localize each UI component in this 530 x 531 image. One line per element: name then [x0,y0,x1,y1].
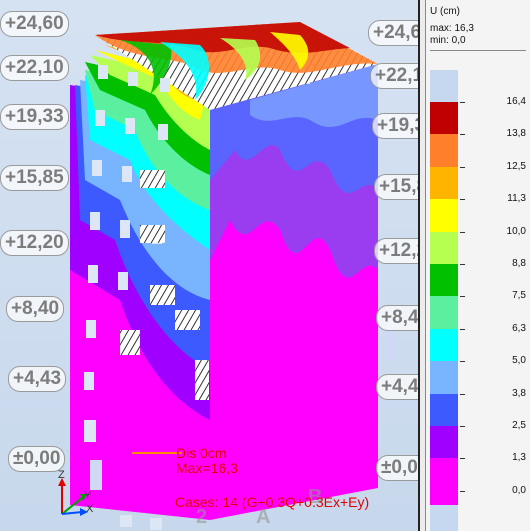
cases-label: Cases: 14 (G+0.3Q+0.3Ex+Ey) [175,494,370,510]
legend-tick [460,328,465,330]
legend-tick [460,296,465,298]
legend-value: 5,0 [512,355,526,367]
legend-tick [460,199,465,201]
level-label: +22,10 [0,55,69,81]
legend-tick [460,426,465,427]
legend-swatch [430,328,458,362]
legend-value: 11,3 [507,193,526,205]
legend-divider [430,50,526,51]
level-label-right: +4,43 [376,374,418,400]
legend-title: U (cm) [430,6,460,17]
legend-swatch [430,166,458,200]
legend-value: 2,5 [512,420,526,431]
legend-tick [460,458,465,460]
level-label-right: +19,33 [372,113,418,139]
legend-swatch [430,490,458,505]
level-label-right: +15,85 [374,174,418,200]
level-label: +12,20 [0,230,69,256]
legend-value: 6,3 [512,322,526,334]
level-label: +15,85 [0,165,69,191]
legend-tick [460,264,465,265]
legend-swatch [430,231,458,264]
level-label: +8,40 [6,296,65,322]
legend-max: max: 16,3 [430,23,474,34]
legend-tick [460,134,465,136]
legend-swatch [430,393,458,426]
legend-swatch [430,458,458,491]
level-label-right: +12,20 [374,238,418,264]
legend-min: min: 0,0 [430,35,466,46]
axis-z-label: Z [58,469,65,481]
legend-value: 7,5 [512,290,526,302]
level-label-right: +24,60 [368,20,418,46]
legend-tick [460,490,465,492]
axis-y-label: Y [84,490,92,502]
legend-value: 0,0 [512,484,526,496]
level-label: +24,60 [0,11,69,37]
app-root: +24,60 +22,10 +19,33 +15,85 +12,20 +8,40… [0,0,530,531]
legend-tick [460,393,465,395]
legend-swatch [430,296,458,329]
legend-swatch [430,505,458,531]
legend-value: 12,5 [506,160,526,172]
panel-separator[interactable] [418,0,426,531]
legend-tick [460,102,465,103]
legend-value: 16,4 [506,96,526,107]
legend-tick [460,231,465,233]
legend-tick [460,166,465,168]
legend-value: 10,0 [506,225,526,237]
dis-line-icon [132,452,182,454]
level-label: +19,33 [0,104,69,130]
max-label: Max=16,3 [176,460,238,476]
legend-swatch [430,102,458,135]
legend-swatch [430,199,458,232]
legend-panel: U (cm) max: 16,3 min: 0,0 16,4 13,8 12,5 11… [426,0,530,531]
legend-swatch [430,426,458,459]
dis-label: Dis 0cm [176,445,227,461]
legend-swatch [430,264,458,297]
level-label-right: +22,10 [370,63,418,89]
level-label-right: +8,40 [376,305,418,331]
legend-swatch [430,70,458,102]
legend-value: 13,8 [506,128,526,140]
level-label: ±0,00 [8,446,66,472]
legend-swatch [430,361,458,394]
level-label: +4,43 [8,366,67,392]
legend-value: 8,8 [512,258,526,269]
legend-value: 1,3 [512,452,526,464]
legend-value: 3,8 [512,387,526,399]
level-label-right: ±0,00 [376,455,418,481]
legend-swatch [430,134,458,167]
axis-x-label: X [86,503,94,515]
legend-tick [460,361,465,363]
3d-viewport[interactable]: +24,60 +22,10 +19,33 +15,85 +12,20 +8,40… [0,0,418,531]
